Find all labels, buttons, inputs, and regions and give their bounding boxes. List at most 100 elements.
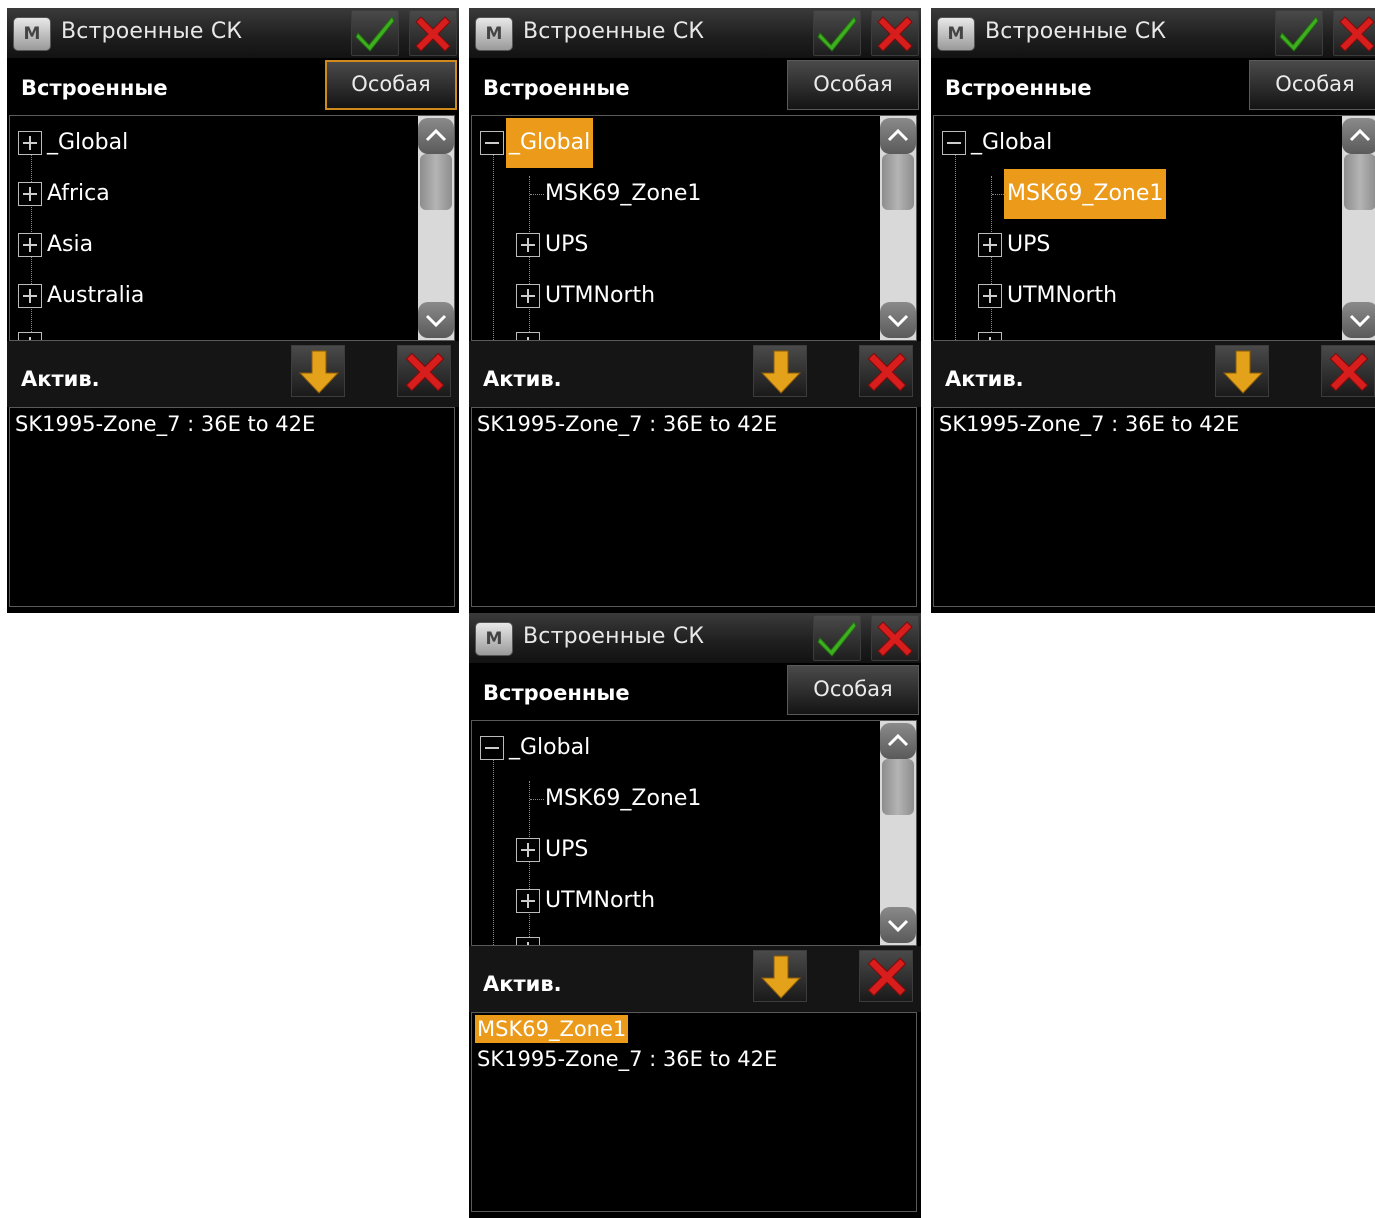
scroll-up-button[interactable] <box>880 723 916 759</box>
remove-active-button[interactable] <box>397 345 451 397</box>
active-toolbar: Актив. <box>469 341 921 407</box>
add-to-active-button[interactable] <box>753 345 807 397</box>
remove-active-button[interactable] <box>859 345 913 397</box>
tree-scrollbar[interactable] <box>880 721 916 945</box>
builtin-label: Встроенные <box>483 681 630 705</box>
tree-scrollbar[interactable] <box>880 116 916 340</box>
tree-scrollbar[interactable] <box>418 116 454 340</box>
tree-scrollbar[interactable] <box>1342 116 1375 340</box>
scroll-down-button[interactable] <box>880 302 916 338</box>
tree-item[interactable]: Africa <box>44 177 113 211</box>
special-button[interactable]: Особая <box>325 60 457 110</box>
tree-item[interactable]: UPS <box>1004 228 1053 262</box>
collapse-icon[interactable] <box>480 736 504 760</box>
remove-active-button[interactable] <box>1321 345 1375 397</box>
ok-button[interactable] <box>1275 10 1323 56</box>
cancel-button[interactable] <box>871 615 919 661</box>
collapse-icon[interactable] <box>480 131 504 155</box>
scroll-up-button[interactable] <box>1342 118 1375 154</box>
ok-button[interactable] <box>813 10 861 56</box>
coordinate-tree[interactable]: _Global MSK69_Zone1 UPS UTMNorth <box>933 115 1375 341</box>
tree-item-label: Australia <box>47 283 145 308</box>
active-toolbar: Актив. <box>469 946 921 1012</box>
tree-connector <box>493 150 494 340</box>
cancel-button[interactable] <box>1333 10 1375 56</box>
remove-active-button[interactable] <box>859 950 913 1002</box>
ok-button[interactable] <box>351 10 399 56</box>
tree-item[interactable]: MSK69_Zone1 <box>542 177 704 211</box>
coordinate-tree[interactable]: _Global Africa Asia Australia <box>9 115 455 341</box>
cancel-button[interactable] <box>871 10 919 56</box>
active-list[interactable]: SK1995-Zone_7 : 36E to 42E <box>933 407 1375 607</box>
add-to-active-button[interactable] <box>291 345 345 397</box>
menu-icon[interactable]: M <box>937 17 975 51</box>
tree-item[interactable]: _Global <box>506 731 593 765</box>
active-list[interactable]: SK1995-Zone_7 : 36E to 42E <box>9 407 455 607</box>
menu-icon[interactable]: M <box>13 17 51 51</box>
active-list[interactable]: MSK69_Zone1 SK1995-Zone_7 : 36E to 42E <box>471 1012 917 1212</box>
expand-icon[interactable] <box>978 332 1002 340</box>
tree-item[interactable]: Australia <box>44 279 147 313</box>
special-button[interactable]: Особая <box>787 60 919 110</box>
tree-item[interactable]: MSK69_Zone1 <box>542 782 704 816</box>
cancel-button[interactable] <box>409 10 457 56</box>
coordinate-tree[interactable]: _Global MSK69_Zone1 UPS UTMNorth <box>471 115 917 341</box>
active-list-item[interactable]: SK1995-Zone_7 : 36E to 42E <box>937 410 1241 438</box>
expand-icon[interactable] <box>516 332 540 340</box>
expand-icon[interactable] <box>18 332 42 340</box>
expand-icon[interactable] <box>18 131 42 155</box>
collapse-icon[interactable] <box>942 131 966 155</box>
expand-icon[interactable] <box>516 233 540 257</box>
menu-icon[interactable]: M <box>475 17 513 51</box>
tree-item[interactable]: _Global <box>506 118 594 168</box>
expand-icon[interactable] <box>18 284 42 308</box>
expand-icon[interactable] <box>978 233 1002 257</box>
expand-icon[interactable] <box>516 889 540 913</box>
tree-item[interactable]: _Global <box>968 126 1055 160</box>
scroll-up-button[interactable] <box>880 118 916 154</box>
scroll-thumb[interactable] <box>882 154 914 210</box>
add-to-active-button[interactable] <box>753 950 807 1002</box>
scroll-thumb[interactable] <box>882 759 914 815</box>
active-list-item[interactable]: SK1995-Zone_7 : 36E to 42E <box>13 410 317 438</box>
builtin-label: Встроенные <box>483 76 630 100</box>
active-list-item[interactable]: SK1995-Zone_7 : 36E to 42E <box>475 410 779 438</box>
tree-item-label: MSK69_Zone1 <box>545 786 702 811</box>
tree-connector <box>493 755 494 945</box>
special-button[interactable]: Особая <box>787 665 919 715</box>
scroll-up-button[interactable] <box>418 118 454 154</box>
ok-button[interactable] <box>813 615 861 661</box>
scroll-down-button[interactable] <box>880 907 916 943</box>
tree-item[interactable]: UTMNorth <box>1004 279 1120 313</box>
scroll-thumb[interactable] <box>420 154 452 210</box>
tree-item[interactable]: UPS <box>542 833 591 867</box>
scroll-down-button[interactable] <box>1342 302 1375 338</box>
tree-item[interactable]: Asia <box>44 228 96 262</box>
expand-icon[interactable] <box>516 838 540 862</box>
window-title: Встроенные СК <box>61 19 243 44</box>
scroll-thumb[interactable] <box>1344 154 1375 210</box>
scroll-down-button[interactable] <box>418 302 454 338</box>
active-list-item[interactable]: MSK69_Zone1 <box>475 1015 629 1043</box>
expand-icon[interactable] <box>978 284 1002 308</box>
expand-icon[interactable] <box>516 284 540 308</box>
tree-item[interactable]: UTMNorth <box>542 279 658 313</box>
add-to-active-button[interactable] <box>1215 345 1269 397</box>
coordinate-system-panel: M Встроенные СК Встроенные Особая _Global MSK… <box>931 8 1375 613</box>
tree-item[interactable]: _Global <box>44 126 131 160</box>
tree-item[interactable]: UTMNorth <box>542 884 658 918</box>
special-button[interactable]: Особая <box>1249 60 1375 110</box>
active-list-item[interactable]: SK1995-Zone_7 : 36E to 42E <box>475 1045 779 1073</box>
expand-icon[interactable] <box>18 233 42 257</box>
menu-icon[interactable]: M <box>475 622 513 656</box>
window-title: Встроенные СК <box>523 624 705 649</box>
tree-item[interactable]: UPS <box>542 228 591 262</box>
title-bar: M Встроенные СК <box>931 8 1375 59</box>
expand-icon[interactable] <box>18 182 42 206</box>
expand-icon[interactable] <box>516 937 540 945</box>
tree-item[interactable]: MSK69_Zone1 <box>1004 169 1167 219</box>
tree-connector <box>529 176 530 340</box>
active-label: Актив. <box>483 367 562 391</box>
active-list[interactable]: SK1995-Zone_7 : 36E to 42E <box>471 407 917 607</box>
coordinate-tree[interactable]: _Global MSK69_Zone1 UPS UTMNorth <box>471 720 917 946</box>
